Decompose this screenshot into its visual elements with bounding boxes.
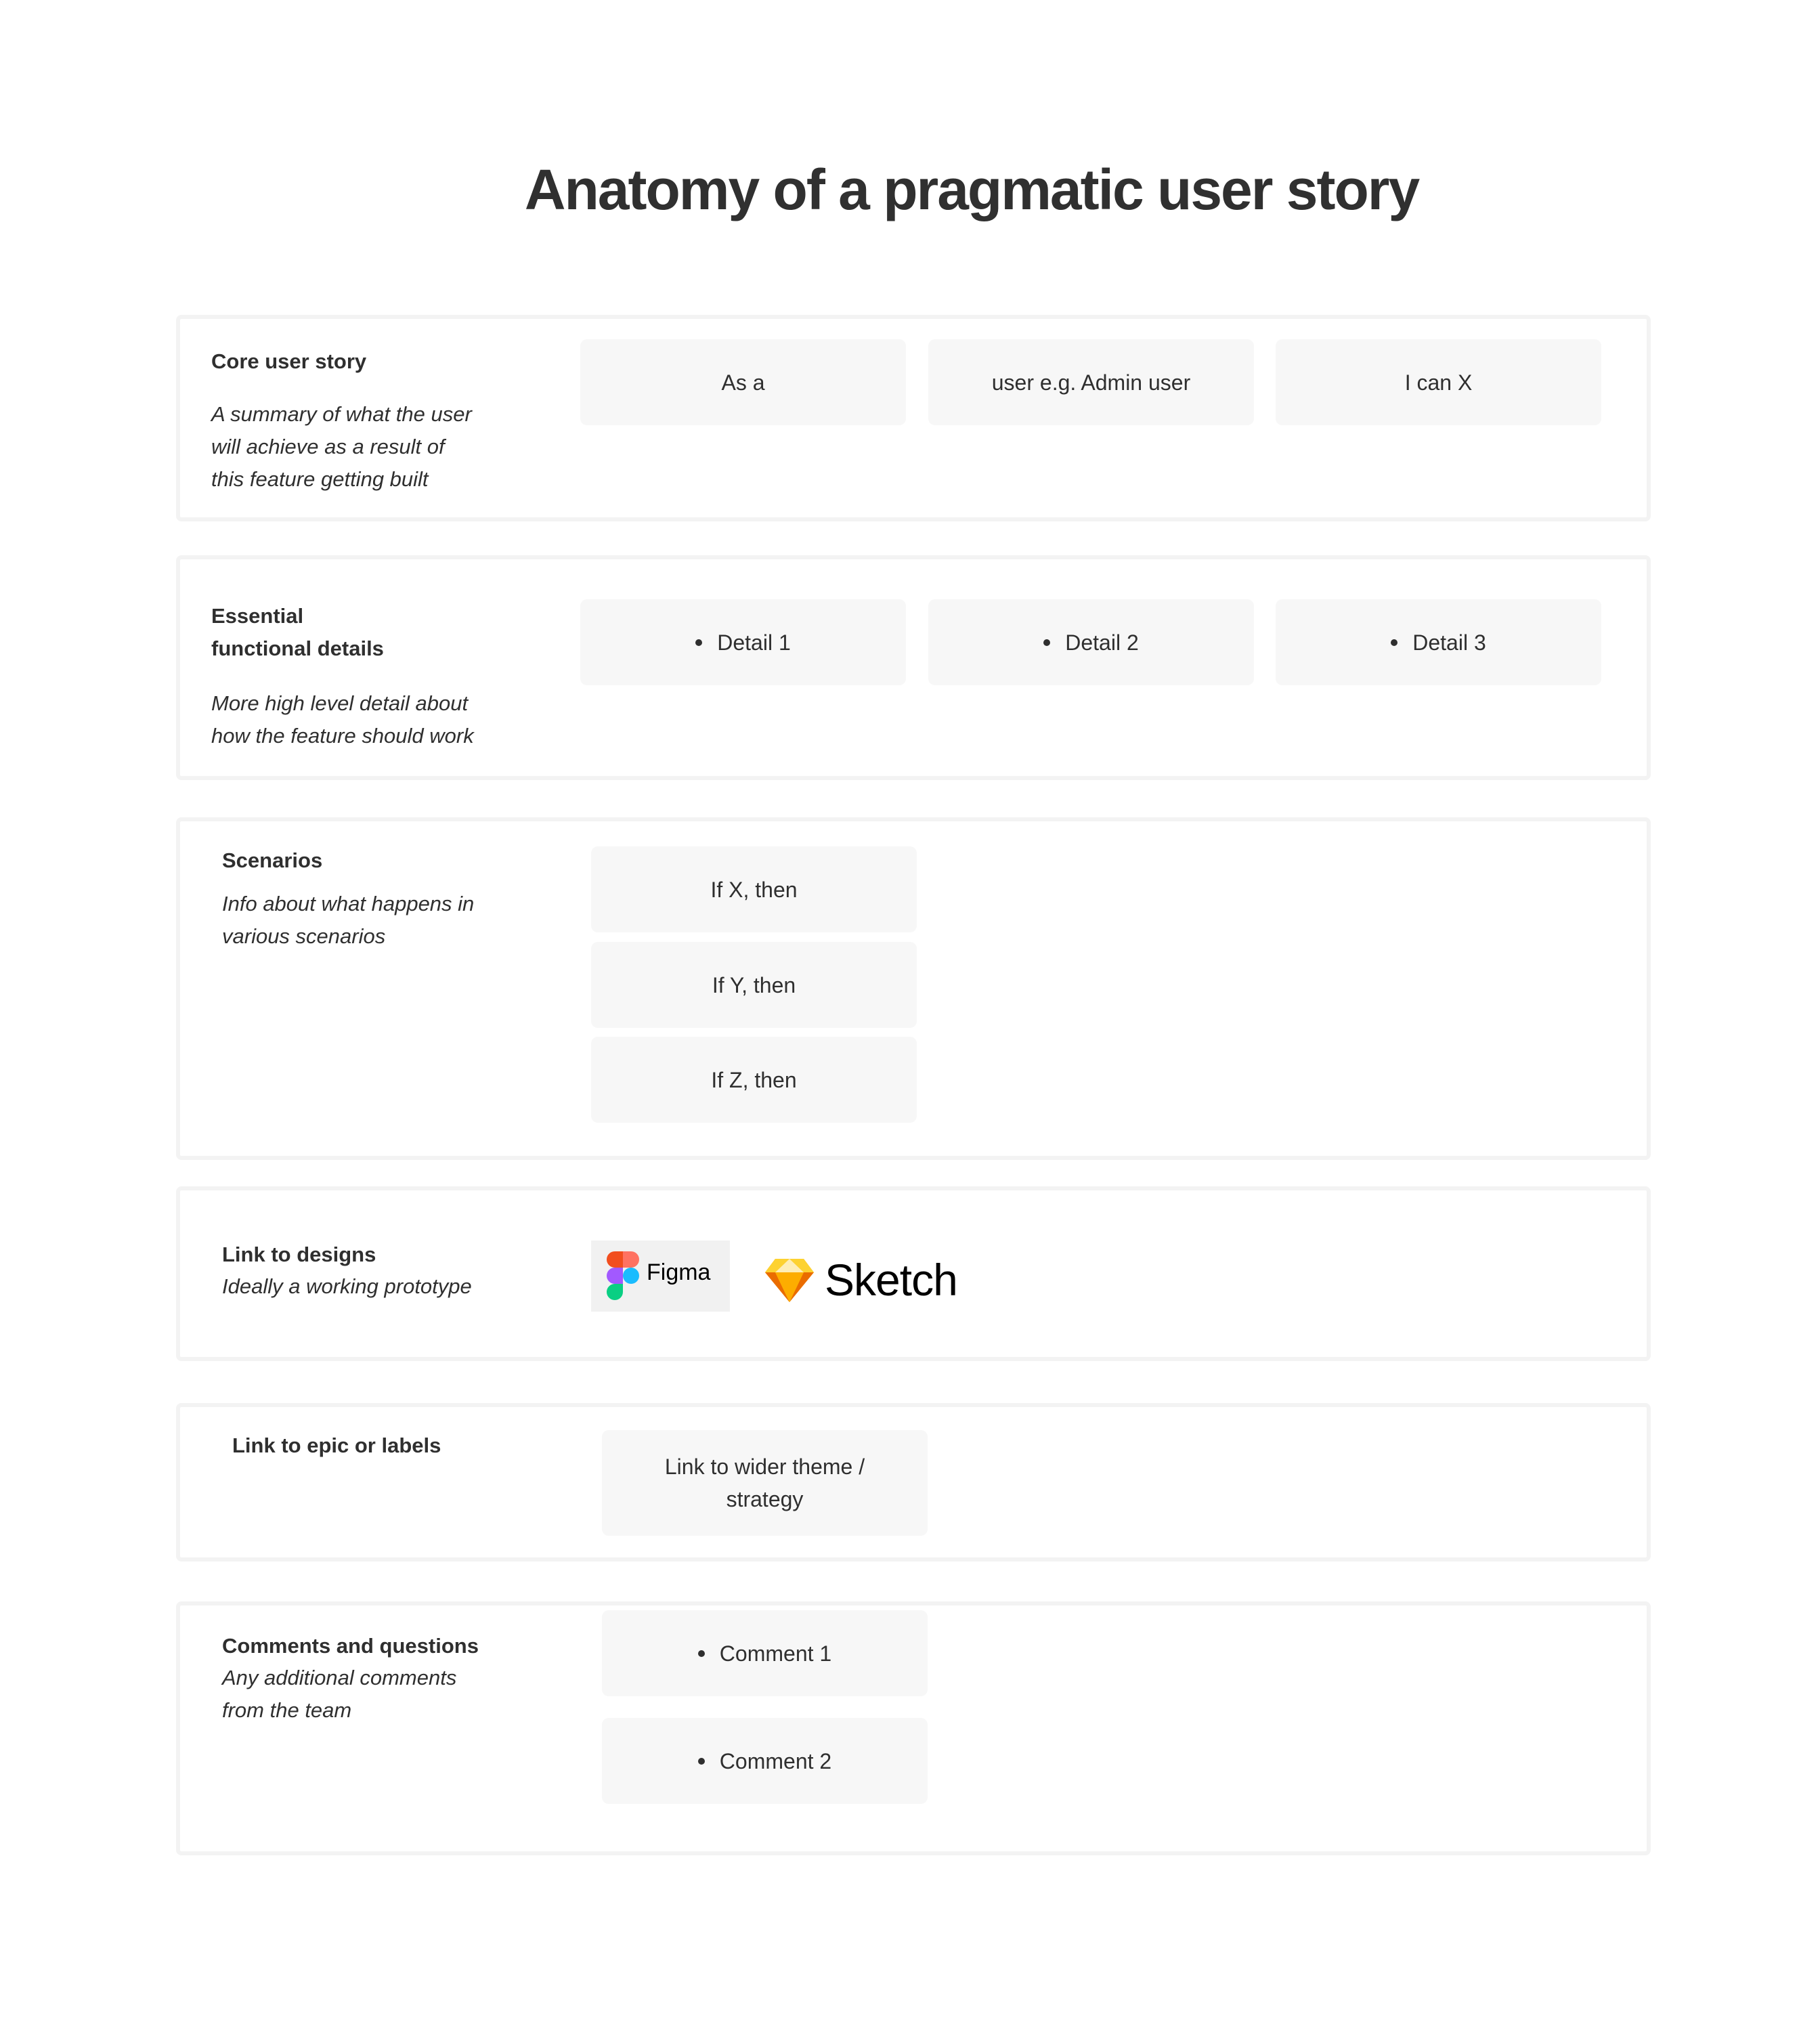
figma-logo-icon (607, 1251, 639, 1300)
bullet-icon (697, 1757, 705, 1765)
section-description: More high level detail about how the fea… (211, 691, 474, 748)
comment-cell[interactable]: Comment 2 (602, 1718, 928, 1804)
detail-cell[interactable]: Detail 3 (1276, 599, 1601, 685)
section-label: Comments and questions (222, 1634, 479, 1658)
section-label: Essential functional details (211, 604, 384, 660)
section-label: Link to designs (222, 1243, 376, 1266)
figma-label: Figma (647, 1259, 711, 1285)
bullet-icon (697, 1650, 705, 1657)
sketch-logo-icon (765, 1259, 814, 1302)
bullet-icon (1043, 639, 1051, 646)
section-label: Core user story (211, 349, 367, 373)
epic-link-cell[interactable]: Link to wider theme / strategy (602, 1430, 928, 1536)
section-label: Scenarios (222, 848, 323, 872)
story-cell-as-a[interactable]: As a (580, 339, 906, 425)
bullet-icon (695, 639, 703, 646)
figma-link[interactable]: Figma (591, 1241, 730, 1312)
story-cell-user[interactable]: user e.g. Admin user (928, 339, 1254, 425)
story-cell-action[interactable]: I can X (1276, 339, 1601, 425)
scenario-cell[interactable]: If Y, then (591, 942, 917, 1028)
page-title: Anatomy of a pragmatic user story (524, 158, 1420, 221)
scenario-cell[interactable]: If Z, then (591, 1037, 917, 1123)
detail-cell[interactable]: Detail 2 (928, 599, 1254, 685)
comment-cell[interactable]: Comment 1 (602, 1610, 928, 1696)
scenario-cell[interactable]: If X, then (591, 846, 917, 932)
section-description: Info about what happens in various scena… (222, 892, 475, 948)
bullet-icon (1391, 639, 1398, 646)
section-description: A summary of what the user will achieve … (211, 402, 472, 491)
section-description: Ideally a working prototype (222, 1274, 472, 1298)
section-label: Link to epic or labels (232, 1434, 441, 1457)
detail-cell[interactable]: Detail 1 (580, 599, 906, 685)
sketch-link[interactable]: Sketch (765, 1253, 958, 1307)
section-description: Any additional comments from the team (222, 1666, 457, 1722)
sketch-label: Sketch (825, 1255, 958, 1305)
